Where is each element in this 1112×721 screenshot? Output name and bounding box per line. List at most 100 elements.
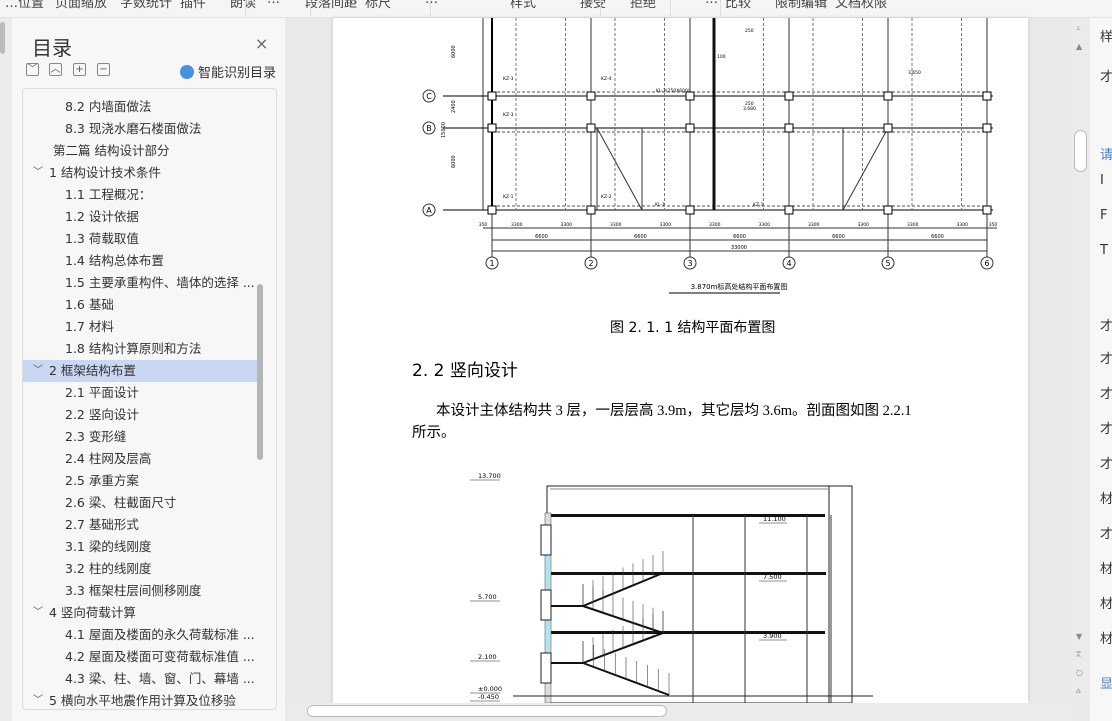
scroll-top-icon[interactable]: ⩡	[1076, 24, 1081, 34]
toc-item[interactable]: 4.1 屋面及楼面的永久荷载标准 ...	[23, 624, 257, 646]
style-entry[interactable]: 显	[1100, 673, 1112, 692]
toc-item[interactable]: 1.7 材料	[23, 316, 257, 338]
select-browse-icon[interactable]: ○	[1076, 668, 1083, 677]
style-entry[interactable]: 才	[1100, 315, 1112, 334]
toc-item[interactable]: 1.6 基础	[23, 294, 257, 316]
toc-item[interactable]: 1.2 设计依据	[23, 206, 257, 228]
dimension-text: 3300	[660, 222, 672, 228]
toolbar-item[interactable]: 页面缩放	[55, 0, 107, 11]
toc-item[interactable]: 2.5 承重方案	[23, 470, 257, 492]
toc-item[interactable]: 2.1 平面设计	[23, 382, 257, 404]
column	[586, 123, 596, 133]
toc-item[interactable]: 4.3 梁、柱、墙、窗、门、幕墙 ...	[23, 668, 257, 690]
toc-item-label: 2.6 梁、柱截面尺寸	[65, 495, 177, 510]
section-drawing: 13.700 11.100 7.500 5.700 3.900 2.100 ±0.000-0…	[470, 472, 873, 703]
column	[883, 205, 893, 215]
toolbar-item[interactable]: 接受	[580, 0, 606, 11]
column	[586, 91, 596, 101]
toc-item[interactable]: 8.2 内墙面做法	[23, 96, 257, 118]
elevation-label: 5.700	[478, 593, 497, 601]
structural-plan-drawing: C B A 6000 2400 6000 15000 350 3300 3300 3300 3300 3…	[422, 18, 997, 294]
prev-page-icon[interactable]: ⩞	[1076, 650, 1081, 660]
toc-item[interactable]: 2.4 柱网及层高	[23, 448, 257, 470]
smart-toc-button[interactable]: 智能识别目录	[180, 62, 276, 81]
toc-item[interactable]: 4.2 屋面及楼面可变荷载标准值 ...	[23, 646, 257, 668]
toc-item[interactable]: 8.3 现浇水磨石楼面做法	[23, 118, 257, 140]
toolbar-item[interactable]: 标尺	[365, 0, 391, 11]
toolbar-item[interactable]: 插件	[180, 0, 206, 11]
expand-up-button[interactable]: ︿	[49, 63, 62, 76]
style-entry[interactable]: 才	[1100, 453, 1112, 472]
toc-item-label: 2.1 平面设计	[65, 385, 139, 400]
style-entry[interactable]: 才	[1100, 523, 1112, 542]
toolbar-item[interactable]: …	[267, 0, 280, 7]
toolbar-item[interactable]: 文档权限	[835, 0, 887, 11]
toc-item[interactable]: 2.6 梁、柱截面尺寸	[23, 492, 257, 514]
horizontal-scrollbar[interactable]	[285, 703, 1072, 721]
style-entry[interactable]: 才	[1100, 348, 1112, 367]
toolbar-item[interactable]: 朗读	[230, 0, 256, 11]
toc-item[interactable]: ﹀ 2 框架结构布置	[23, 360, 257, 382]
toc-item[interactable]: 1.4 结构总体布置	[23, 250, 257, 272]
toc-item[interactable]: ﹀ 5 横向水平地震作用计算及位移验	[23, 690, 257, 709]
toolbar-item[interactable]: …	[425, 0, 438, 7]
toc-item[interactable]: 2.2 竖向设计	[23, 404, 257, 426]
chevron-down-icon[interactable]: ﹀	[33, 602, 43, 624]
style-entry[interactable]: 才	[1100, 383, 1112, 402]
style-entry[interactable]: T	[1100, 243, 1108, 258]
style-entry[interactable]: 材	[1100, 488, 1112, 507]
toc-item[interactable]: 3.3 框架柱层间侧移刚度	[23, 580, 257, 602]
toc-item[interactable]: 1.5 主要承重构件、墙体的选择 ...	[23, 272, 257, 294]
chevron-down-icon[interactable]: ﹀	[33, 690, 43, 709]
scroll-down-icon[interactable]: ▼	[1076, 632, 1082, 641]
toolbar-item[interactable]: …	[705, 0, 718, 7]
style-entry[interactable]: 材	[1100, 628, 1112, 647]
toolbar-item[interactable]: …位置	[5, 0, 44, 11]
toc-item-label: 2 框架结构布置	[49, 363, 136, 378]
toc-item-label: 4.2 屋面及楼面可变荷载标准值 ...	[65, 649, 255, 664]
scroll-up-icon[interactable]: ▲	[1076, 42, 1082, 51]
collapse-all-button[interactable]: ﹀	[26, 63, 39, 76]
style-entry[interactable]: 才	[1100, 418, 1112, 437]
toc-item[interactable]: 1.8 结构计算原则和方法	[23, 338, 257, 360]
toc-item[interactable]: 第二篇 结构设计部分	[23, 140, 257, 162]
toc-item-label: 1.1 工程概况：	[65, 187, 152, 202]
next-page-icon[interactable]: ⩟	[1076, 686, 1081, 696]
horizontal-scroll-thumb[interactable]	[307, 705, 667, 717]
add-heading-button[interactable]: +	[73, 63, 86, 76]
toolbar-divider	[430, 0, 431, 16]
style-entry[interactable]: F	[1100, 208, 1107, 223]
toolbar-item[interactable]: 比较	[725, 0, 751, 11]
chevron-down-icon[interactable]: ﹀	[33, 162, 43, 184]
column	[487, 123, 497, 133]
remove-heading-button[interactable]: −	[97, 63, 110, 76]
toc-scrollbar[interactable]	[257, 284, 263, 460]
column	[784, 123, 794, 133]
toc-item[interactable]: ﹀ 4 竖向荷载计算	[23, 602, 257, 624]
style-entry[interactable]: 样	[1100, 26, 1112, 45]
close-icon[interactable]: ×	[255, 34, 268, 53]
column	[982, 205, 992, 215]
toc-item[interactable]: 2.7 基础形式	[23, 514, 257, 536]
toolbar-item[interactable]: 样式	[510, 0, 536, 11]
style-entry[interactable]: I	[1100, 173, 1104, 188]
toc-item[interactable]: 2.3 变形缝	[23, 426, 257, 448]
toc-item[interactable]: 1.3 荷载取值	[23, 228, 257, 250]
chevron-down-icon[interactable]: ﹀	[33, 360, 43, 382]
vertical-scroll-thumb[interactable]	[1074, 130, 1087, 172]
toc-item[interactable]: 1.1 工程概况：	[23, 184, 257, 206]
style-entry[interactable]: 才	[1100, 66, 1112, 85]
dimension-text: 2400	[451, 100, 457, 113]
toc-item[interactable]: 3.1 梁的线刚度	[23, 536, 257, 558]
toc-item[interactable]: ﹀ 1 结构设计技术条件	[23, 162, 257, 184]
toc-item[interactable]: 3.2 柱的线刚度	[23, 558, 257, 580]
toolbar-item[interactable]: 拒绝	[630, 0, 656, 11]
vertical-scrollbar[interactable]: ⩡ ▲ ▼ ⩞ ○ ⩟	[1072, 18, 1090, 703]
style-entry[interactable]: 请	[1100, 144, 1112, 163]
toolbar-item[interactable]: 限制编辑	[775, 0, 827, 11]
style-entry[interactable]: 材	[1100, 558, 1112, 577]
left-scroll-thumb[interactable]	[0, 22, 5, 54]
style-entry[interactable]: 材	[1100, 593, 1112, 612]
toolbar-item[interactable]: 字数统计	[120, 0, 172, 11]
toolbar-item[interactable]: …	[345, 0, 358, 7]
